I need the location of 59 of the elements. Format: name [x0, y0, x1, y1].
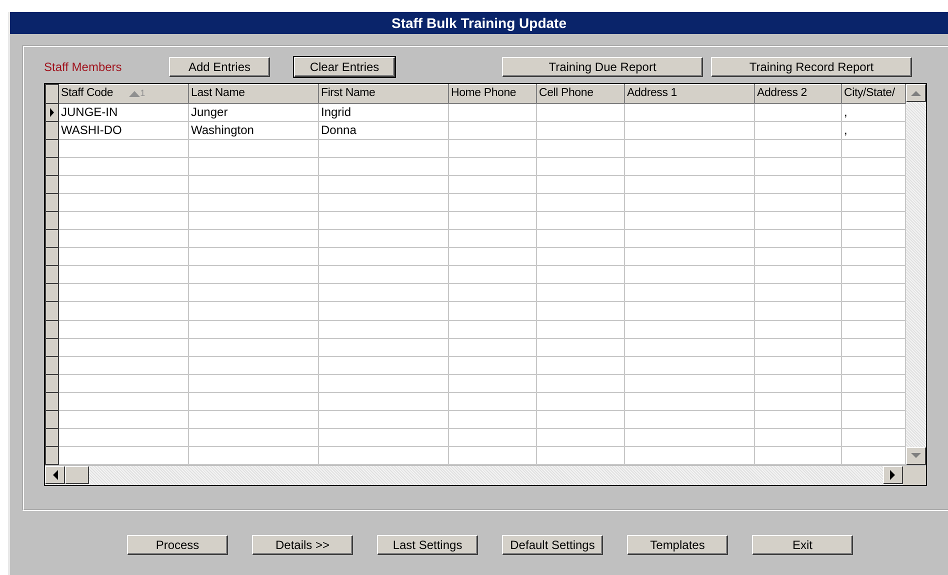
column-header[interactable]: Staff Code 1	[58, 84, 188, 104]
down-arrow-icon	[911, 453, 921, 459]
empty-row[interactable]	[46, 248, 906, 266]
column-header[interactable]: Home Phone	[448, 84, 536, 104]
empty-row[interactable]	[46, 302, 906, 320]
table-cell: Washington	[191, 123, 254, 137]
action-button[interactable]: Process	[127, 535, 228, 555]
action-button[interactable]: Last Settings	[377, 535, 478, 555]
table-cell: Junger	[191, 104, 228, 119]
toolbar-button[interactable]: Training Record Report	[711, 57, 912, 77]
up-arrow-icon	[911, 90, 921, 96]
empty-row[interactable]	[46, 212, 906, 230]
table-cell: ,	[844, 104, 848, 119]
window-title: Staff Bulk Training Update	[10, 12, 948, 34]
current-row-icon	[49, 108, 55, 117]
action-button[interactable]: Default Settings	[502, 535, 603, 555]
column-header[interactable]: Last Name	[188, 84, 318, 104]
left-arrow-icon	[52, 470, 58, 480]
horizontal-scrollbar[interactable]	[45, 465, 926, 485]
empty-row[interactable]	[46, 158, 906, 176]
row-selector[interactable]	[46, 121, 58, 140]
empty-row[interactable]	[46, 392, 906, 410]
scroll-left-button[interactable]	[45, 466, 65, 484]
action-button[interactable]: Details >>	[252, 535, 353, 555]
table-cell: JUNGE-IN	[61, 104, 118, 119]
table-cell: Donna	[321, 123, 356, 137]
toolbar-button[interactable]: Clear Entries	[294, 57, 395, 77]
empty-row[interactable]	[46, 338, 906, 356]
empty-row[interactable]	[46, 176, 906, 194]
empty-row[interactable]	[46, 374, 906, 392]
empty-row[interactable]	[46, 230, 906, 248]
empty-row[interactable]	[46, 266, 906, 284]
column-header[interactable]: City/State/	[842, 84, 906, 104]
action-button[interactable]: Exit	[752, 535, 853, 555]
empty-row[interactable]	[46, 320, 906, 338]
table-cell: ,	[844, 123, 848, 137]
empty-row[interactable]	[46, 410, 906, 428]
scroll-thumb[interactable]	[65, 466, 89, 484]
section-label: Staff Members	[44, 59, 123, 76]
toolbar-button[interactable]: Training Due Report	[502, 57, 703, 77]
empty-row[interactable]	[46, 194, 906, 212]
column-header[interactable]: Address 2	[754, 84, 842, 104]
right-arrow-icon	[890, 470, 896, 480]
toolbar-button[interactable]: Add Entries	[169, 57, 270, 77]
action-button[interactable]: Templates	[627, 535, 728, 555]
scroll-up-button[interactable]	[906, 84, 926, 102]
column-header[interactable]: Address 1	[624, 84, 754, 104]
column-header[interactable]: First Name	[318, 84, 448, 104]
row-selector[interactable]	[46, 103, 58, 122]
vertical-scrollbar[interactable]	[906, 84, 926, 465]
scroll-right-button[interactable]	[883, 466, 903, 484]
table-cell: WASHI-DO	[61, 123, 122, 137]
empty-row[interactable]	[46, 284, 906, 302]
column-header[interactable]: Cell Phone	[536, 84, 624, 104]
empty-row[interactable]	[46, 356, 906, 374]
table-cell: Ingrid	[321, 104, 352, 119]
scroll-down-button[interactable]	[906, 447, 926, 465]
sort-rank: 1	[140, 88, 145, 98]
scrollbar-corner	[903, 466, 926, 485]
